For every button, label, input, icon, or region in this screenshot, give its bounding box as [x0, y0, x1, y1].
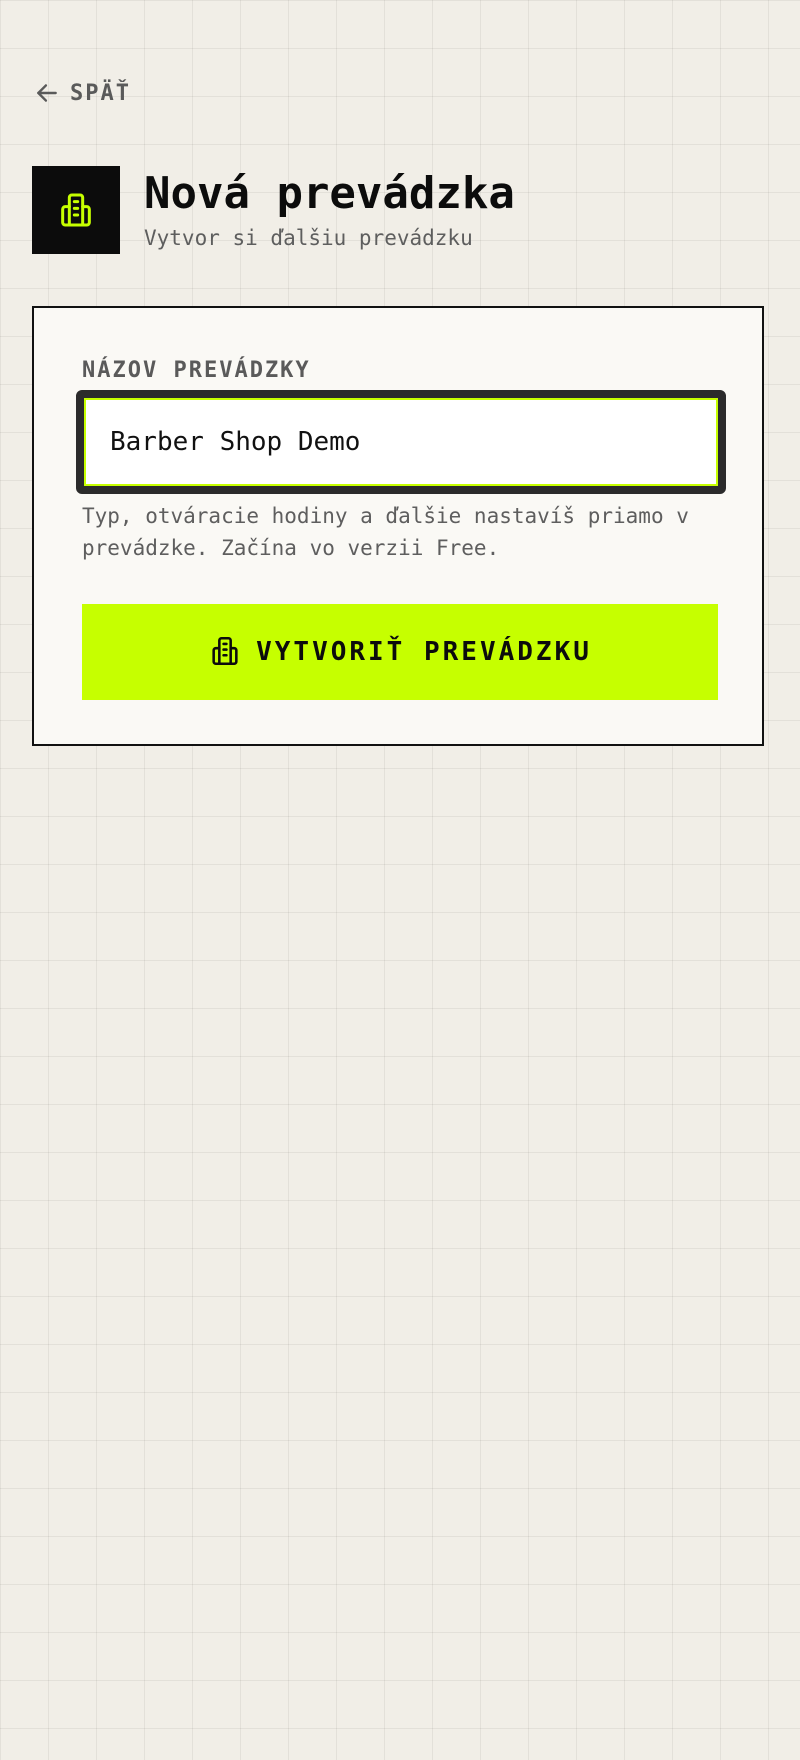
create-shop-button[interactable]: VYTVORIŤ PREVÁDZKU	[82, 604, 718, 700]
shop-name-field-inner	[84, 398, 718, 486]
back-label: SPÄŤ	[70, 80, 131, 106]
building-icon	[208, 634, 242, 671]
page-header: Nová prevádzka Vytvor si ďalšiu prevádzk…	[32, 166, 515, 254]
create-shop-button-label: VYTVORIŤ PREVÁDZKU	[256, 637, 592, 667]
create-shop-card: NÁZOV PREVÁDZKY Typ, otváracie hodiny a …	[32, 306, 764, 746]
page-subtitle: Vytvor si ďalšiu prevádzku	[144, 226, 473, 250]
shop-name-label: NÁZOV PREVÁDZKY	[82, 358, 311, 383]
page-title: Nová prevádzka	[144, 168, 515, 219]
building-icon	[32, 166, 120, 254]
back-link[interactable]: SPÄŤ	[34, 80, 131, 106]
shop-name-field-wrapper	[76, 390, 726, 494]
helper-text: Typ, otváracie hodiny a ďalšie nastavíš …	[82, 504, 689, 560]
shop-name-input[interactable]	[86, 400, 716, 484]
arrow-left-icon	[34, 80, 60, 106]
